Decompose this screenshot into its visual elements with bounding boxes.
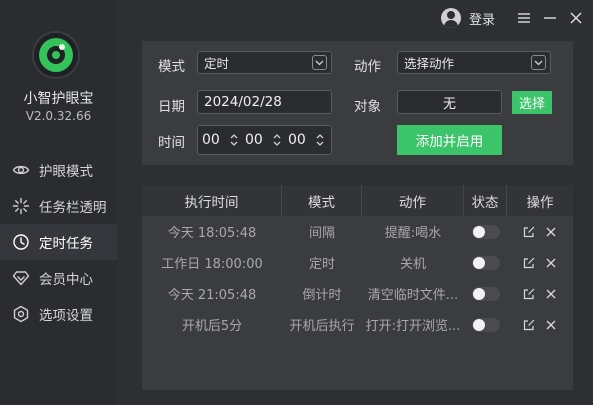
minimize-icon bbox=[544, 17, 556, 19]
target-label: 对象 bbox=[354, 99, 381, 115]
menu-icon bbox=[518, 13, 530, 23]
delete-icon[interactable] bbox=[545, 257, 557, 269]
edit-icon[interactable] bbox=[523, 288, 535, 300]
sidebar-nav: 护眼模式 任务栏透明 定时任务 会员中心 选项设置 bbox=[0, 152, 117, 332]
column-header-operations: 操作 bbox=[526, 194, 554, 211]
cell-mode: 定时 bbox=[308, 257, 335, 272]
sidebar-item-label: 选项设置 bbox=[39, 308, 93, 324]
time-minute[interactable]: 00 bbox=[245, 132, 263, 148]
time-second[interactable]: 00 bbox=[288, 132, 306, 148]
status-toggle[interactable] bbox=[471, 286, 500, 301]
mode-select[interactable]: 定时 bbox=[197, 51, 332, 74]
user-avatar-icon[interactable] bbox=[440, 8, 461, 28]
column-header-time: 执行时间 bbox=[142, 185, 282, 216]
chevron-down-icon bbox=[312, 55, 327, 70]
delete-icon[interactable] bbox=[545, 288, 557, 300]
sidebar-item-settings[interactable]: 选项设置 bbox=[0, 296, 117, 332]
app-logo-icon bbox=[32, 31, 80, 79]
cell-action: 清空临时文件... bbox=[367, 288, 459, 303]
cell-time: 今天 18:05:48 bbox=[167, 226, 257, 241]
delete-icon[interactable] bbox=[545, 226, 557, 238]
minute-spinner-icon[interactable] bbox=[273, 132, 281, 148]
gear-icon bbox=[13, 305, 29, 323]
cell-action: 打开:打开浏览... bbox=[365, 319, 461, 334]
app-version: V2.0.32.66 bbox=[25, 109, 92, 123]
sidebar: 小智护眼宝 V2.0.32.66 护眼模式 任务栏透明 定时任务 会员中心 选项… bbox=[0, 0, 117, 405]
mode-select-value: 定时 bbox=[204, 56, 230, 71]
delete-icon[interactable] bbox=[545, 319, 557, 331]
select-target-button[interactable]: 选择 bbox=[512, 91, 552, 114]
status-toggle[interactable] bbox=[471, 224, 500, 239]
table-row[interactable]: 工作日 18:00:00 定时 关机 bbox=[142, 247, 573, 278]
sidebar-item-eye-mode[interactable]: 护眼模式 bbox=[0, 152, 117, 188]
edit-icon[interactable] bbox=[523, 319, 535, 331]
column-header-action: 动作 bbox=[362, 185, 464, 216]
clock-icon bbox=[13, 234, 29, 250]
sidebar-item-taskbar-transparent[interactable]: 任务栏透明 bbox=[0, 188, 117, 224]
table-row[interactable]: 今天 18:05:48 间隔 提醒:喝水 bbox=[142, 216, 573, 247]
minimize-button[interactable] bbox=[537, 5, 563, 31]
title-bar: 登录 bbox=[440, 0, 593, 36]
hour-spinner-icon[interactable] bbox=[230, 132, 238, 148]
main-area: 登录 模式 定时 动作 选择动作 日期 2024/02/28 对象 无 选择 时… bbox=[117, 0, 593, 405]
sidebar-item-scheduled-tasks[interactable]: 定时任务 bbox=[0, 224, 117, 260]
cell-action: 提醒:喝水 bbox=[384, 226, 442, 241]
second-spinner-icon[interactable] bbox=[316, 132, 324, 148]
close-icon bbox=[570, 12, 582, 24]
date-field[interactable]: 2024/02/28 bbox=[197, 90, 332, 114]
chevron-down-icon bbox=[531, 55, 546, 70]
sidebar-item-label: 会员中心 bbox=[39, 272, 93, 288]
time-label: 时间 bbox=[158, 135, 185, 151]
login-button[interactable]: 登录 bbox=[469, 9, 495, 28]
sidebar-item-label: 任务栏透明 bbox=[39, 200, 107, 216]
diamond-icon bbox=[12, 271, 30, 286]
eye-icon bbox=[12, 165, 30, 175]
column-header-status: 状态 bbox=[464, 185, 507, 216]
sidebar-item-member-center[interactable]: 会员中心 bbox=[0, 260, 117, 296]
mode-label: 模式 bbox=[158, 59, 185, 75]
date-label: 日期 bbox=[158, 99, 185, 115]
table-header: 执行时间 模式 动作 状态 操作 bbox=[142, 185, 573, 216]
action-label: 动作 bbox=[354, 59, 381, 75]
cell-time: 今天 21:05:48 bbox=[167, 288, 257, 303]
cell-action: 关机 bbox=[399, 257, 426, 272]
cell-time: 工作日 18:00:00 bbox=[161, 257, 263, 272]
time-hour[interactable]: 00 bbox=[202, 132, 220, 148]
cell-mode: 间隔 bbox=[308, 226, 335, 241]
action-select-value: 选择动作 bbox=[404, 56, 455, 71]
task-form: 模式 定时 动作 选择动作 日期 2024/02/28 对象 无 选择 时间 0… bbox=[142, 41, 573, 165]
close-button[interactable] bbox=[563, 5, 589, 31]
menu-button[interactable] bbox=[511, 5, 537, 31]
cell-time: 开机后5分 bbox=[181, 319, 243, 334]
add-and-enable-button[interactable]: 添加并启用 bbox=[397, 125, 502, 155]
column-header-mode: 模式 bbox=[282, 185, 362, 216]
cell-mode: 倒计时 bbox=[302, 288, 342, 303]
edit-icon[interactable] bbox=[523, 226, 535, 238]
action-select[interactable]: 选择动作 bbox=[397, 51, 551, 74]
cell-mode: 开机后执行 bbox=[289, 319, 355, 334]
task-table: 执行时间 模式 动作 状态 操作 今天 18:05:48 间隔 提醒:喝水 工作… bbox=[142, 185, 573, 390]
sidebar-item-label: 定时任务 bbox=[39, 236, 93, 252]
table-row[interactable]: 开机后5分 开机后执行 打开:打开浏览... bbox=[142, 309, 573, 340]
table-row[interactable]: 今天 21:05:48 倒计时 清空临时文件... bbox=[142, 278, 573, 309]
time-picker[interactable]: 00 00 00 bbox=[197, 125, 332, 155]
edit-icon[interactable] bbox=[523, 257, 535, 269]
target-field[interactable]: 无 bbox=[397, 90, 502, 114]
status-toggle[interactable] bbox=[471, 255, 500, 270]
status-toggle[interactable] bbox=[471, 317, 500, 332]
sidebar-item-label: 护眼模式 bbox=[39, 164, 93, 180]
sparkle-icon bbox=[12, 197, 30, 215]
app-name: 小智护眼宝 bbox=[23, 91, 94, 107]
